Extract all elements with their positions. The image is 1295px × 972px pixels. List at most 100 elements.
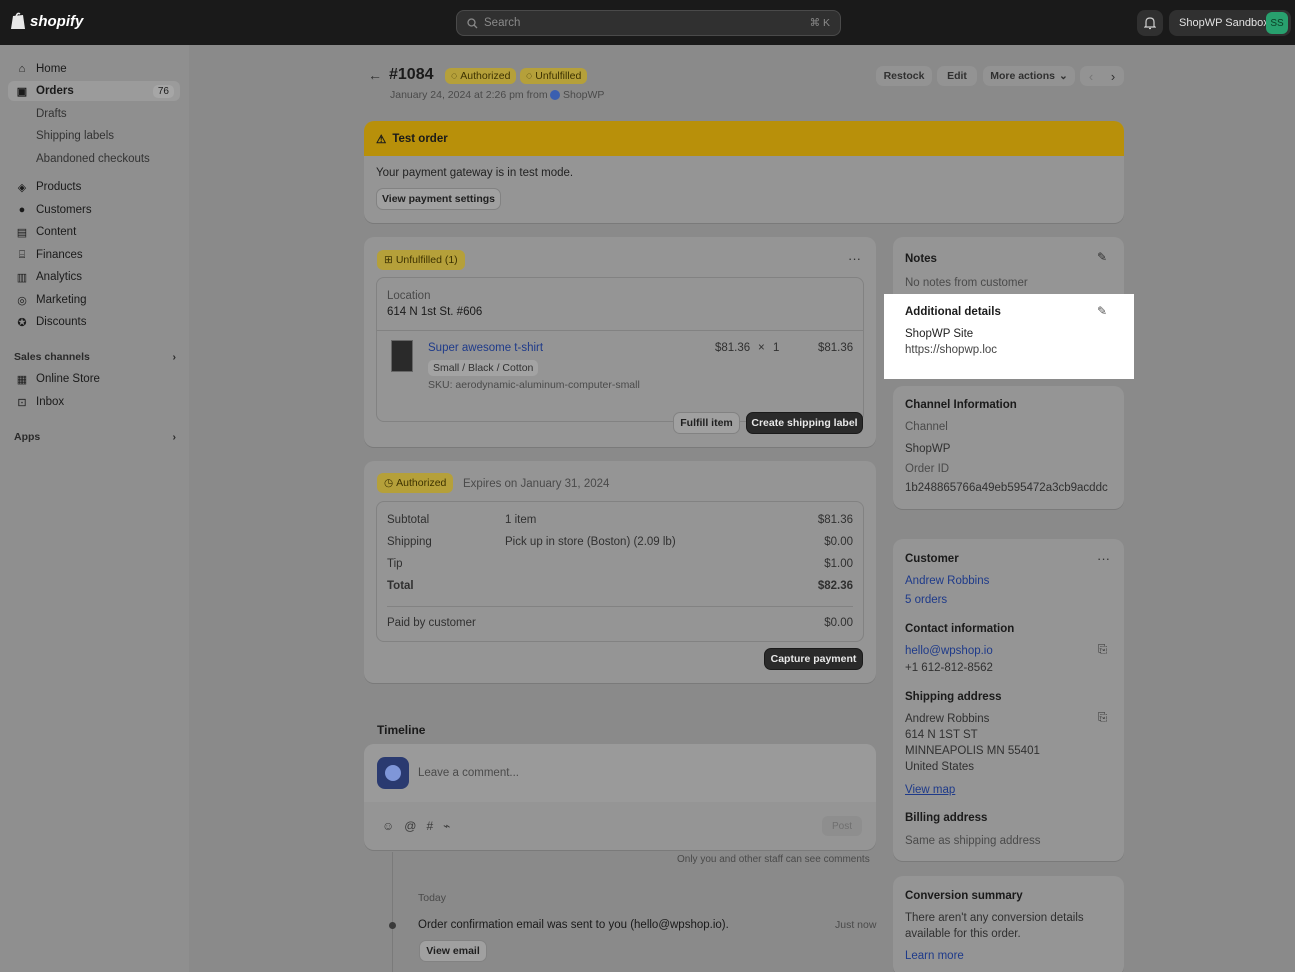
customer-card: Customer ··· Andrew Robbins 5 orders Con…: [893, 539, 1124, 861]
sidebar-item-analytics[interactable]: ▥ Analytics: [8, 267, 180, 287]
sidebar-item-discounts[interactable]: ✪ Discounts: [8, 312, 180, 332]
more-actions-label: More actions: [990, 70, 1055, 82]
sidebar-item-abandoned-checkouts[interactable]: Abandoned checkouts: [8, 149, 180, 169]
orders-count-badge: 76: [152, 84, 174, 98]
sidebar-item-label: Customers: [36, 204, 92, 216]
sidebar-item-online-store[interactable]: ▦ Online Store: [8, 369, 180, 389]
search-bar[interactable]: Search ⌘ K: [456, 10, 841, 36]
divider: [387, 606, 853, 607]
sidebar-item-customers[interactable]: ● Customers: [8, 200, 180, 220]
test-order-banner: ⚠ Test order Your payment gateway is in t…: [364, 121, 1124, 223]
sales-channels-header[interactable]: Sales channels ›: [14, 351, 176, 363]
sidebar-item-shipping-labels[interactable]: Shipping labels: [8, 126, 180, 146]
apps-label: Apps: [14, 431, 41, 443]
banner-title: ⚠ Test order: [376, 132, 448, 146]
timeline-event: Order confirmation email was sent to you…: [418, 919, 729, 931]
sidebar-item-label: Analytics: [36, 271, 83, 283]
bank-icon: ⌸: [18, 248, 26, 261]
sidebar-item-products[interactable]: ◈ Products: [8, 177, 180, 197]
product-name-link[interactable]: Super awesome t-shirt: [428, 342, 543, 354]
paid-label: Paid by customer: [387, 617, 476, 629]
customer-orders-link[interactable]: 5 orders: [905, 594, 947, 606]
edit-additional-details-icon[interactable]: ✎: [1097, 304, 1107, 318]
badge-label: Unfulfilled: [535, 70, 582, 82]
summary-amount: $81.36: [817, 514, 853, 526]
conversion-text-line: There aren't any conversion details: [905, 912, 1084, 924]
order-source: ShopWP: [550, 89, 604, 101]
chevron-left-icon[interactable]: ‹: [1089, 69, 1093, 84]
customer-phone: +1 612-812-8562: [905, 662, 993, 674]
summary-detail: Pick up in store (Boston) (2.09 lb): [505, 536, 676, 548]
fulfill-item-button[interactable]: Fulfill item: [673, 412, 740, 434]
warning-icon: ⚠: [376, 134, 387, 146]
sidebar-item-inbox[interactable]: ⊡ Inbox: [8, 392, 180, 412]
more-options-icon[interactable]: ···: [848, 251, 861, 266]
source-label: ShopWP: [563, 89, 605, 101]
back-arrow-icon[interactable]: ←: [368, 67, 382, 83]
shipping-address-title: Shipping address: [905, 691, 1002, 703]
chevron-right-icon[interactable]: ›: [1111, 69, 1115, 84]
additional-details-card: Additional details ✎ ShopWP Site https:/…: [893, 294, 1123, 370]
sidebar-item-content[interactable]: ▤ Content: [8, 222, 180, 242]
view-payment-settings-button[interactable]: View payment settings: [376, 188, 501, 210]
address-line: MINNEAPOLIS MN 55401: [905, 745, 1040, 757]
apps-header[interactable]: Apps ›: [14, 431, 176, 443]
channel-value: ShopWP: [905, 443, 951, 455]
billing-address-title: Billing address: [905, 812, 988, 824]
pending-circle-icon: ◌: [451, 70, 458, 82]
learn-more-link[interactable]: Learn more: [905, 950, 964, 962]
summary-label: Shipping: [387, 536, 432, 548]
edit-button[interactable]: Edit: [937, 66, 977, 86]
summary-label: Tip: [387, 558, 403, 570]
view-email-button[interactable]: View email: [419, 940, 487, 962]
sidebar-item-finances[interactable]: ⌸ Finances: [8, 245, 180, 265]
store-menu-button[interactable]: ShopWP Sandbox SS: [1169, 10, 1291, 36]
attachment-icon[interactable]: ⌁: [443, 819, 450, 833]
home-icon: ⌂: [18, 63, 26, 75]
notes-title: Notes: [905, 253, 937, 265]
summary-label: Subtotal: [387, 514, 430, 526]
capture-payment-button[interactable]: Capture payment: [764, 648, 863, 670]
comment-input[interactable]: Leave a comment...: [418, 767, 519, 779]
view-map-link[interactable]: View map: [905, 784, 955, 796]
channel-info-title: Channel Information: [905, 399, 1017, 411]
sidebar-item-marketing[interactable]: ◎ Marketing: [8, 290, 180, 310]
post-button[interactable]: Post: [822, 816, 862, 836]
mention-icon[interactable]: @: [404, 819, 416, 833]
restock-button[interactable]: Restock: [876, 66, 932, 86]
address-line: Andrew Robbins: [905, 713, 990, 725]
sidebar-item-label: Online Store: [36, 373, 100, 385]
timeline-line: [392, 852, 393, 972]
more-options-icon[interactable]: ···: [1097, 551, 1110, 566]
shopify-logo[interactable]: shopify: [10, 12, 83, 30]
product-thumbnail[interactable]: [391, 340, 413, 372]
content-icon: ▤: [16, 226, 28, 239]
customer-name-link[interactable]: Andrew Robbins: [905, 575, 989, 587]
avatar-icon: [385, 765, 401, 781]
customer-email-link[interactable]: hello@wpshop.io: [905, 645, 993, 657]
sidebar-item-orders[interactable]: ▣ Orders 76: [8, 81, 180, 101]
edit-notes-icon[interactable]: ✎: [1097, 250, 1107, 264]
more-actions-button[interactable]: More actions ⌄: [983, 66, 1075, 86]
search-placeholder: Search: [484, 17, 521, 29]
pending-circle-icon: ◌: [526, 70, 533, 82]
summary-detail: 1 item: [505, 514, 537, 526]
order-id-value: 1b248865766a49eb595472a3cb9acddc: [905, 482, 1108, 494]
additional-detail-value: https://shopwp.loc: [905, 344, 998, 356]
package-icon: ⊞: [384, 254, 393, 266]
notifications-button[interactable]: [1137, 10, 1163, 36]
sidebar-item-label: Marketing: [36, 294, 87, 306]
create-shipping-label-button[interactable]: Create shipping label: [746, 412, 863, 434]
avatar: SS: [1266, 12, 1288, 34]
order-id-label: Order ID: [905, 463, 950, 475]
emoji-icon[interactable]: ☺: [382, 819, 394, 833]
banner-header: [364, 121, 1124, 156]
multiply-sign: ×: [758, 342, 765, 354]
copy-address-icon[interactable]: ⎘: [1098, 712, 1107, 725]
hashtag-icon[interactable]: #: [426, 819, 433, 833]
sidebar-item-home[interactable]: ⌂ Home: [8, 59, 180, 79]
sidebar-item-drafts[interactable]: Drafts: [8, 104, 180, 124]
product-sku: SKU: aerodynamic-aluminum-computer-small: [428, 379, 640, 391]
copy-email-icon[interactable]: ⎘: [1098, 644, 1107, 657]
conversion-summary-card: Conversion summary There aren't any conv…: [893, 876, 1124, 972]
